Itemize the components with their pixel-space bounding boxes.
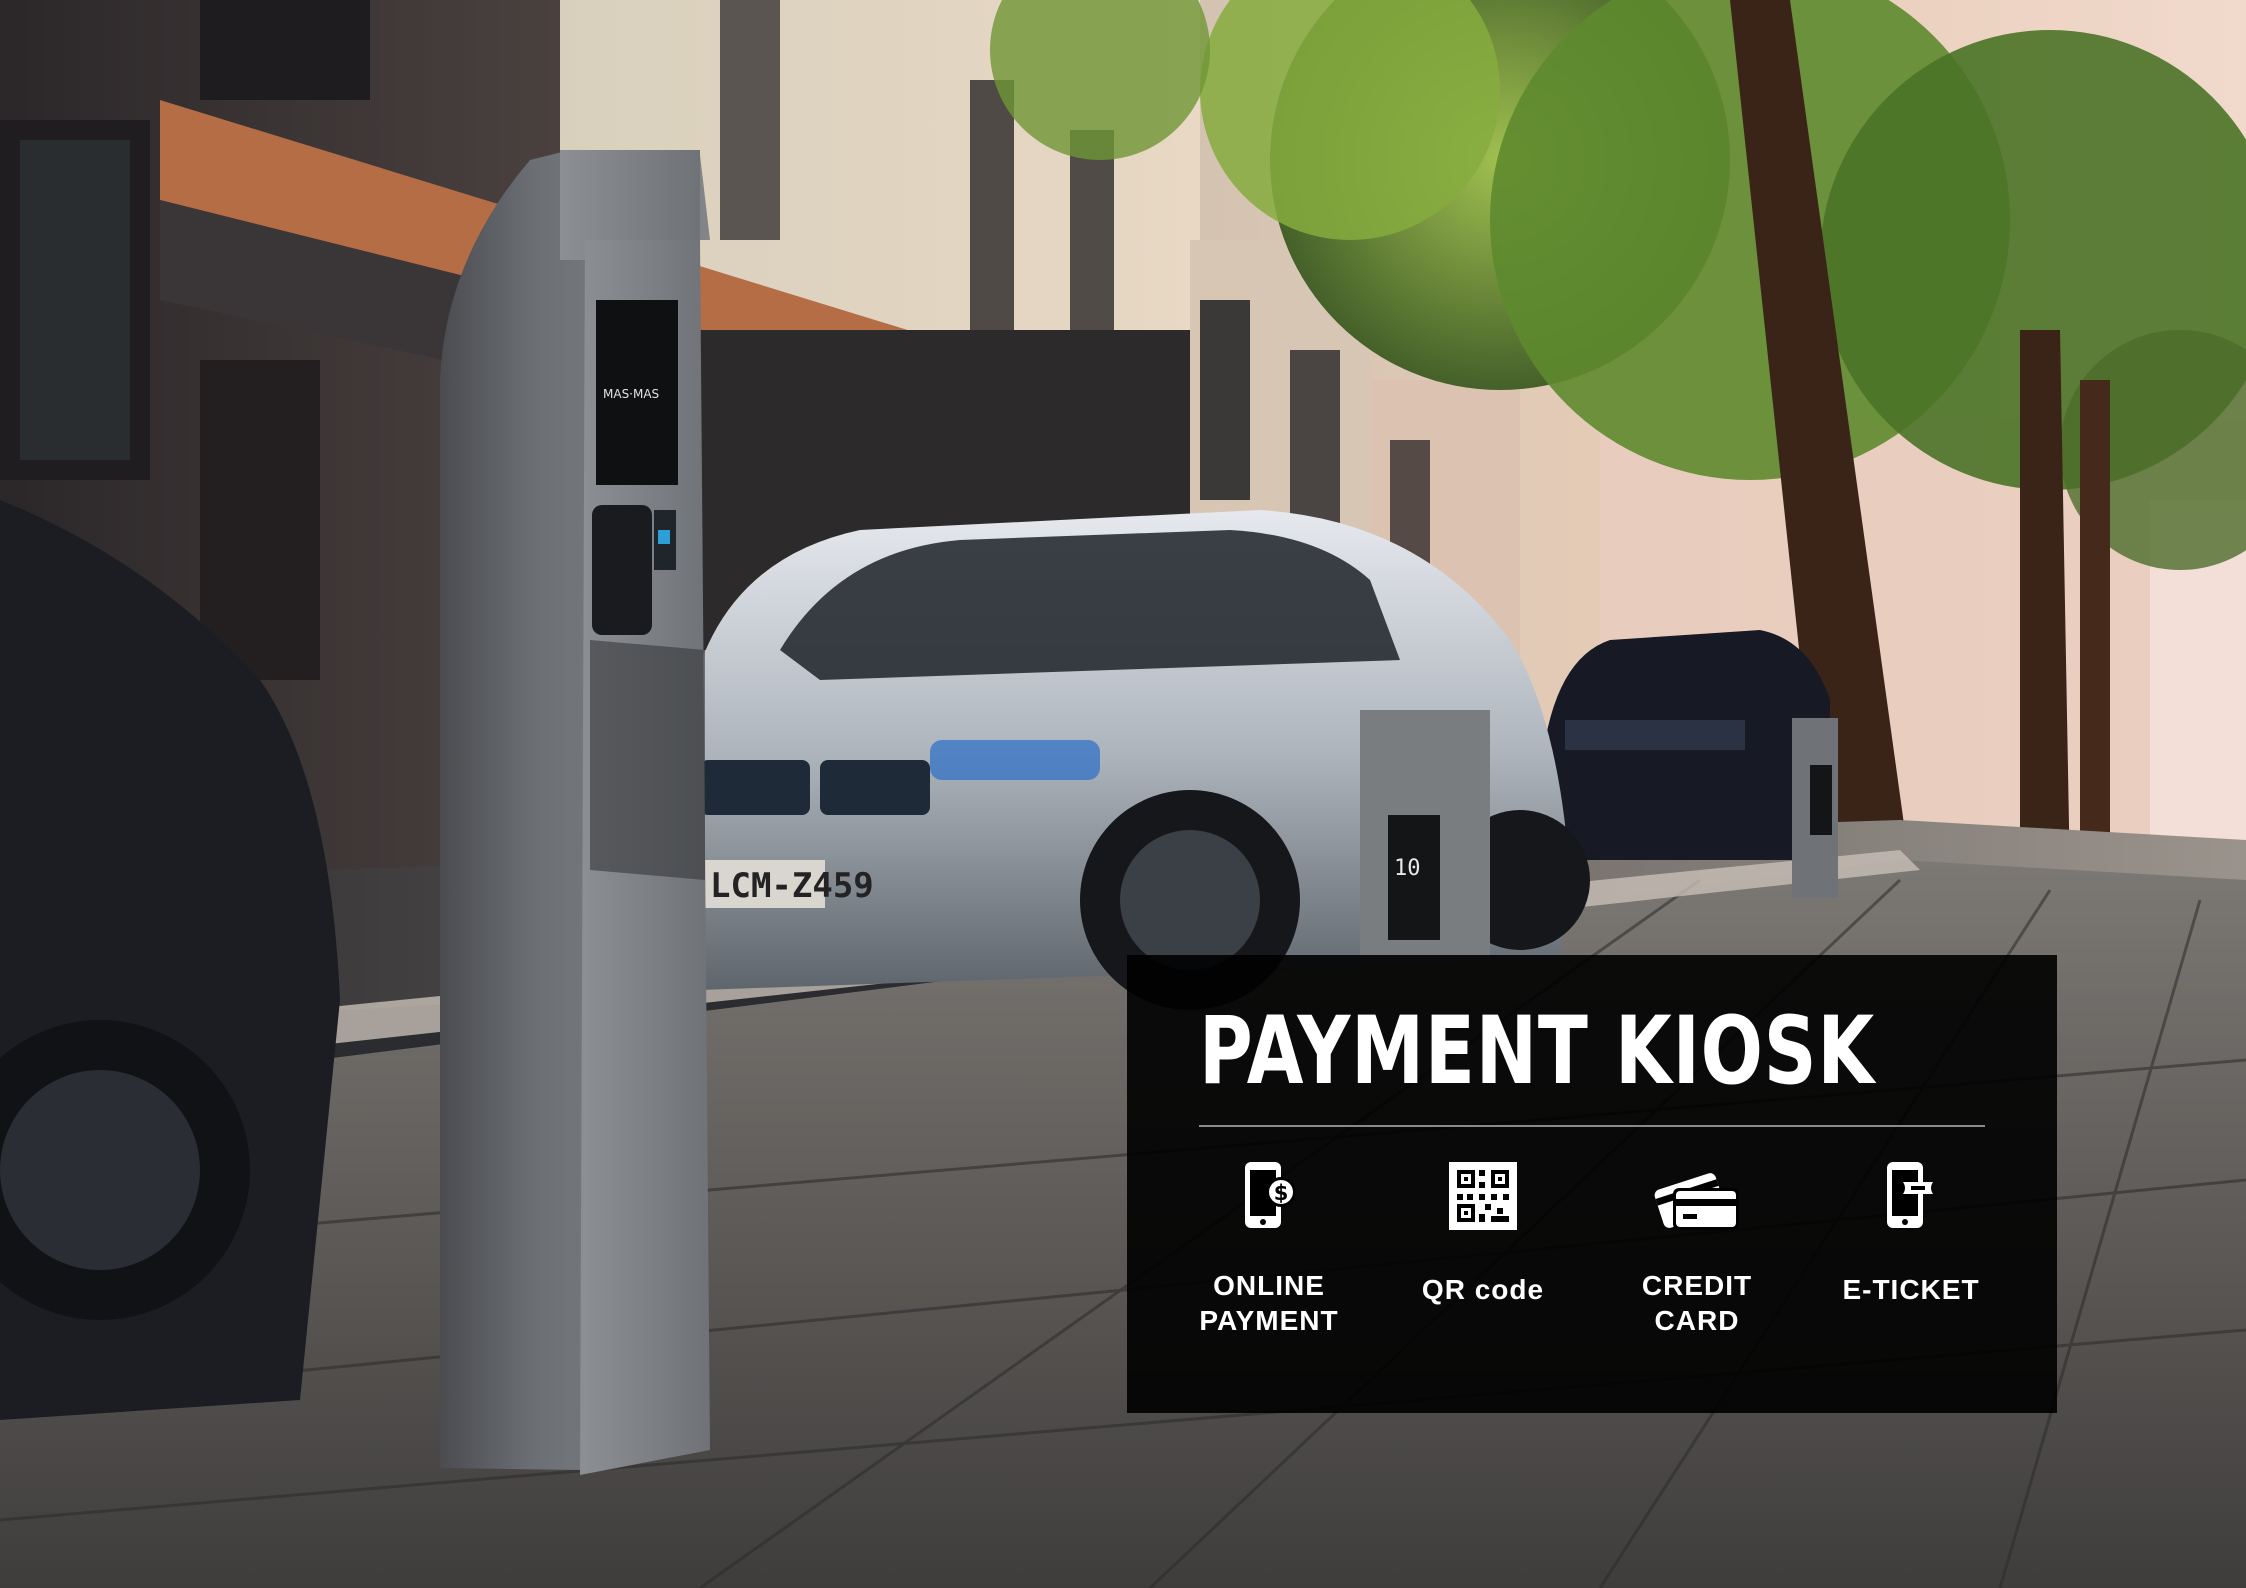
panel-divider (1199, 1125, 1985, 1127)
front-plate-text: LCM-Z459 (710, 866, 874, 906)
phone-dollar-icon: $ (1231, 1158, 1307, 1234)
method-online-label: ONLINE PAYMENT (1199, 1270, 1339, 1336)
phone-ticket-icon (1873, 1158, 1949, 1234)
method-qr-label: QR code (1421, 1274, 1545, 1305)
method-e-ticket: E-TICKET (1811, 1158, 2011, 1378)
method-qr-code: QR code (1383, 1158, 1583, 1378)
qr-code-icon (1445, 1158, 1521, 1234)
svg-text:$: $ (1274, 1181, 1289, 1205)
method-eticket-label: E-TICKET (1842, 1274, 1980, 1305)
payment-methods-row: $ ONLINE PAYMENT QR code CREDIT CARD E-T… (1169, 1158, 2029, 1378)
panel-title: PAYMENT KIOSK (1199, 997, 1875, 1106)
method-credit-label: CREDIT CARD (1641, 1270, 1753, 1336)
credit-card-icon (1651, 1158, 1743, 1234)
method-online-payment: $ ONLINE PAYMENT (1169, 1158, 1369, 1378)
payment-kiosk-panel: PAYMENT KIOSK $ ONLINE PAYMENT QR code C… (1127, 955, 2057, 1413)
svg-text:10: 10 (1394, 856, 1421, 881)
kiosk-screen-text: MAS·MAS (603, 387, 659, 401)
method-credit-card: CREDIT CARD (1597, 1158, 1797, 1378)
